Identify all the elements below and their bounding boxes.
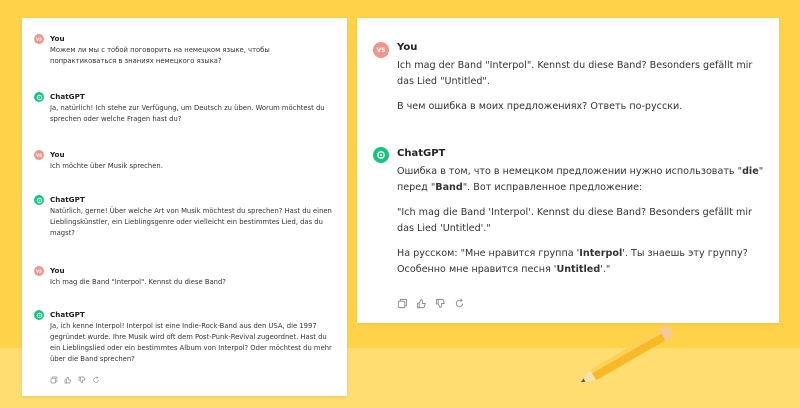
message-text: Можем ли мы с тобой поговорить на немецк… (50, 46, 270, 65)
message-paragraph: Ошибка в том, что в немецком предложении… (397, 164, 765, 196)
copy-icon[interactable] (397, 298, 408, 309)
message-author: ChatGPT (397, 148, 446, 159)
message-author: You (50, 150, 65, 159)
chat-panel-right: VS You Ich mag der Band "Interpol". Kenn… (357, 18, 779, 323)
text-run: Ошибка в том, что в немецком предложении… (397, 166, 743, 177)
pencil-icon (581, 326, 673, 383)
message-text: Ошибка в том, что в немецком предложении… (397, 164, 765, 287)
message-paragraph: В чем ошибка в моих предложениях? Ответь… (397, 101, 683, 112)
chatgpt-logo-icon (373, 147, 389, 163)
regenerate-icon[interactable] (454, 298, 465, 309)
regenerate-icon[interactable] (92, 376, 100, 384)
chatgpt-logo-icon (34, 195, 44, 205)
text-run: '." (600, 264, 611, 275)
message-author: You (397, 42, 418, 53)
user-avatar: VS (34, 34, 44, 44)
message-author: ChatGPT (50, 195, 85, 204)
message-paragraph: "Ich mag die Band 'Interpol'. Kennst du … (397, 207, 752, 234)
message-paragraph: Ich mag der Band "Interpol". Kennst du d… (397, 60, 753, 87)
copy-icon[interactable] (50, 376, 58, 384)
message-author: You (50, 34, 65, 43)
highlight-word: Untitled (556, 264, 601, 275)
user-avatar: VS (34, 150, 44, 160)
chat-panel-left: VS You Можем ли мы с тобой поговорить на… (22, 18, 347, 396)
message-actions (50, 376, 100, 384)
chatgpt-logo-icon (34, 310, 44, 320)
user-avatar: VS (373, 42, 389, 58)
user-avatar: VS (34, 266, 44, 276)
message-text: Ich mag der Band "Interpol". Kennst du d… (397, 58, 765, 124)
message-text: Ja, ich kenne Interpol! Interpol ist ein… (50, 322, 332, 363)
highlight-word: die (742, 166, 759, 177)
thumbs-down-icon[interactable] (435, 298, 446, 309)
message-text: Natürlich, gerne! Über welche Art von Mu… (50, 207, 332, 237)
text-run: ". Вот исправленное предложение: (462, 182, 643, 193)
message-text: Ich mag die Band "Interpol". Kennst du d… (50, 278, 226, 286)
thumbs-down-icon[interactable] (78, 376, 86, 384)
message-text: Ja, natürlich! Ich stehe zur Verfügung, … (50, 104, 325, 123)
thumbs-up-icon[interactable] (416, 298, 427, 309)
thumbs-up-icon[interactable] (64, 376, 72, 384)
message-paragraph: На русском: "Мне нравится группа 'Interp… (397, 246, 765, 278)
message-text: Ich möchte über Musik sprechen. (50, 162, 163, 170)
text-run: На русском: "Мне нравится группа ' (397, 248, 580, 259)
message-author: ChatGPT (50, 92, 85, 101)
message-actions (397, 298, 465, 309)
highlight-word: Band (435, 182, 463, 193)
message-author: You (50, 266, 65, 275)
highlight-word: Interpol (579, 248, 623, 259)
chatgpt-logo-icon (34, 92, 44, 102)
message-author: ChatGPT (50, 310, 85, 319)
